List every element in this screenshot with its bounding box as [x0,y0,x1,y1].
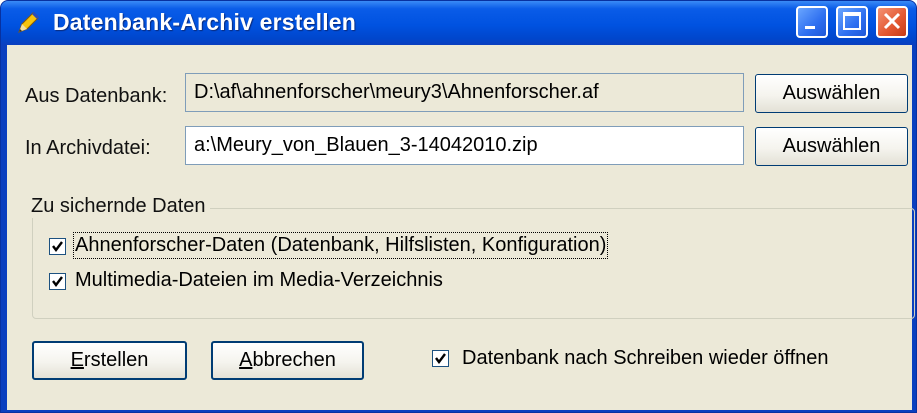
select-source-button[interactable]: Auswählen [755,74,908,113]
checkmark-icon [52,241,63,252]
maximize-button[interactable] [836,6,868,38]
checkmark-icon [52,276,63,287]
pencil-icon [13,10,41,38]
cancel-label: bbrechen [252,349,336,371]
source-database-label: Aus Datenbank: [25,85,168,107]
archive-file-label: In Archivdatei: [25,137,151,159]
select-archive-button[interactable]: Auswählen [755,127,908,166]
close-icon [883,12,901,30]
checkbox-reopen-database[interactable] [432,350,449,367]
checkbox-label-multimedia-files[interactable]: Multimedia-Dateien im Media-Verzeichnis [75,269,443,292]
cancel-mnemonic: A [239,349,253,371]
group-legend: Zu sichernde Daten [27,195,210,218]
window-title: Datenbank-Archiv erstellen [53,9,357,35]
create-label: rstellen [83,349,149,371]
source-database-field[interactable]: D:\af\ahnenforscher\meury3\Ahnenforscher… [185,73,744,112]
create-mnemonic: E [70,349,84,371]
dialog-window: Datenbank-Archiv erstellen Aus Datenbank… [0,0,917,413]
create-button[interactable]: Erstellen [32,341,187,380]
minimize-icon [805,26,815,29]
checkbox-multimedia-files[interactable] [49,273,66,290]
cancel-button[interactable]: Abbrechen [211,341,364,380]
title-bar[interactable]: Datenbank-Archiv erstellen [1,1,916,45]
checkmark-icon [435,353,446,364]
archive-file-input[interactable]: a:\Meury_von_Blauen_3-14042010.zip [185,126,744,165]
checkbox-label-reopen-database[interactable]: Datenbank nach Schreiben wieder öffnen [462,347,829,370]
checkbox-label-ahnenforscher-data[interactable]: Ahnenforscher-Daten (Datenbank, Hilfslis… [72,232,609,259]
checkbox-ahnenforscher-data[interactable] [49,238,66,255]
maximize-icon [843,12,861,30]
data-to-backup-group [32,208,915,319]
dialog-body: Aus Datenbank: D:\af\ahnenforscher\meury… [7,45,915,410]
close-button[interactable] [876,6,908,38]
minimize-button[interactable] [796,6,828,38]
